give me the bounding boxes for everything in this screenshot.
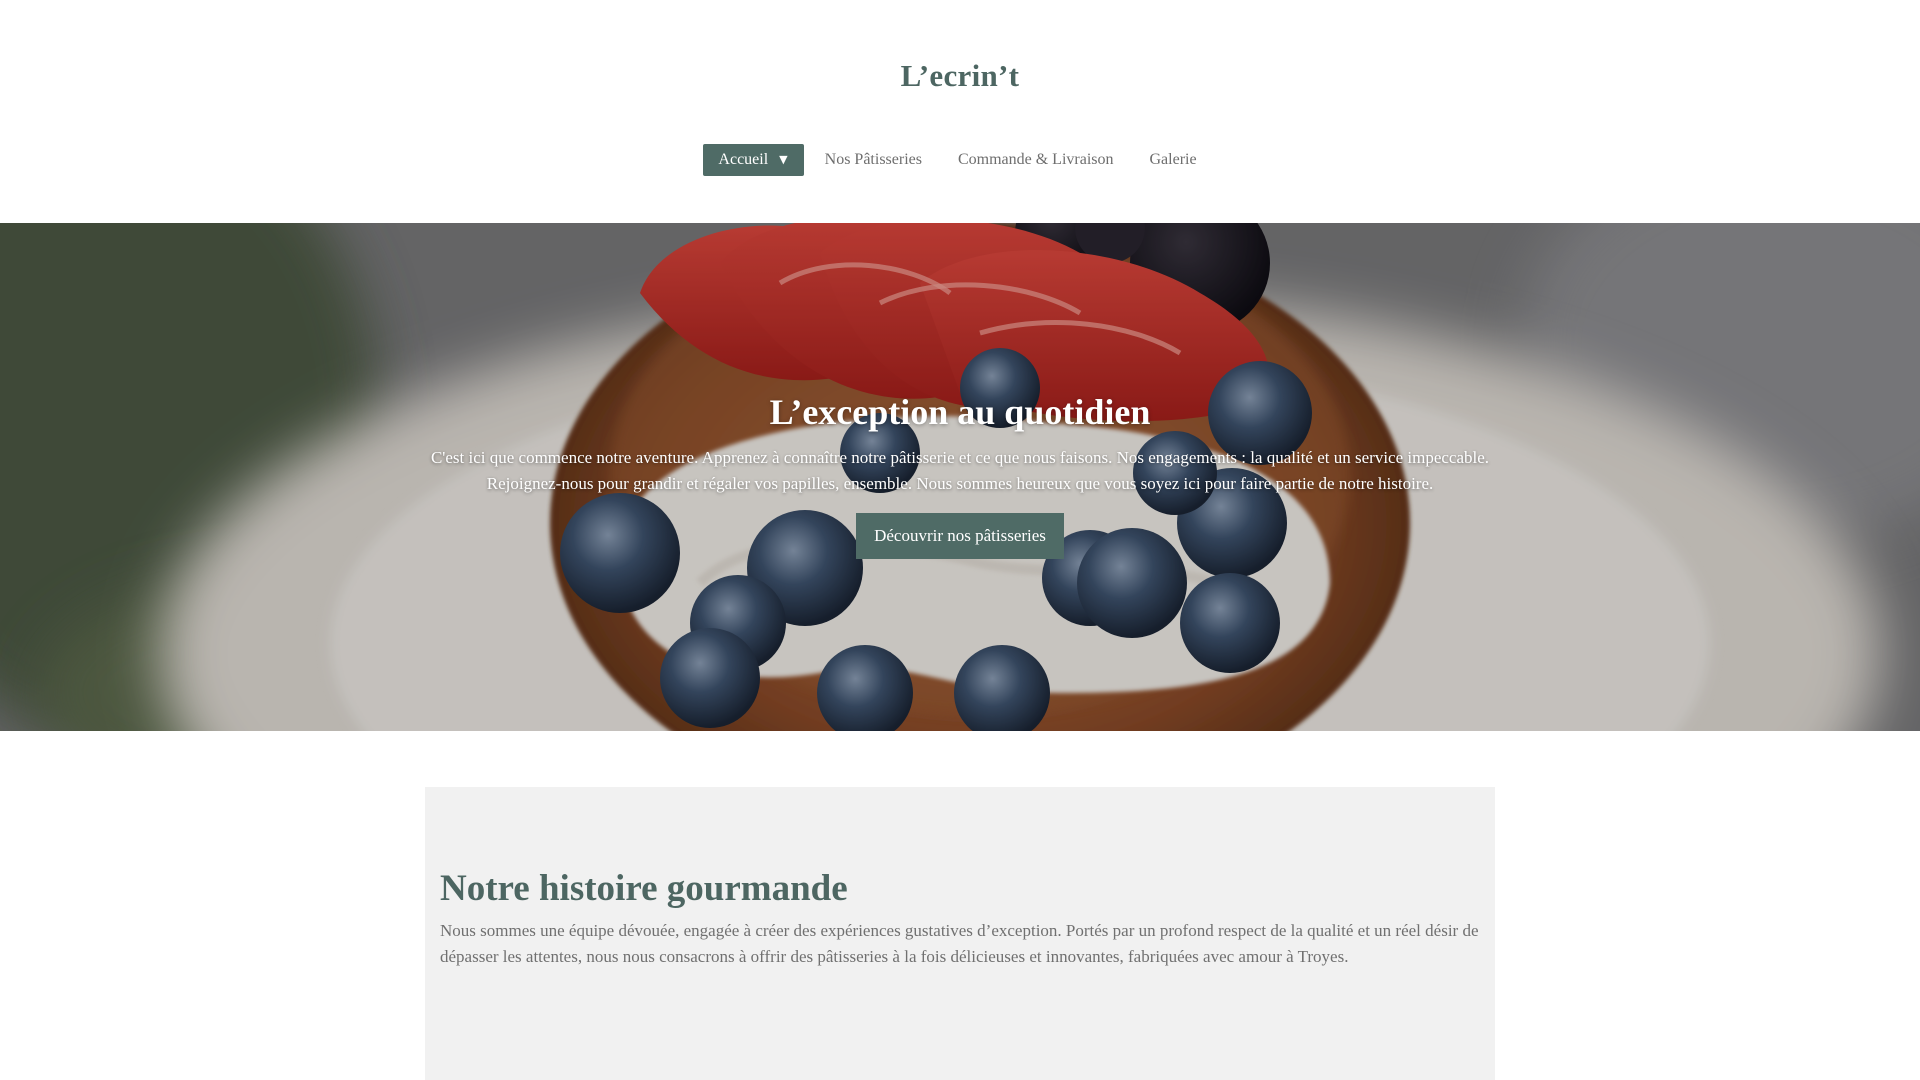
nav-item-accueil[interactable]: Accueil ▼ (703, 144, 804, 176)
nav-item-galerie[interactable]: Galerie (1150, 144, 1197, 176)
hero-section: L’exception au quotidien C'est ici que c… (0, 223, 1920, 731)
story-section: Notre histoire gourmande Nous sommes une… (425, 787, 1495, 1080)
site-header: L’ecrin’t Accueil ▼ Nos Pâtisseries Comm… (0, 0, 1920, 223)
site-title[interactable]: L’ecrin’t (0, 58, 1920, 94)
nav-item-nos-patisseries[interactable]: Nos Pâtisseries (825, 144, 922, 176)
nav-item-label: Accueil (718, 151, 769, 168)
hero-text-line-2: Rejoignez-nous pour grandir et régaler v… (486, 474, 1434, 493)
caret-down-icon: ▼ (779, 153, 788, 166)
main-nav: Accueil ▼ Nos Pâtisseries Commande & Liv… (0, 144, 1920, 176)
story-text: Nous sommes une équipe dévouée, engagée … (440, 921, 1479, 966)
hero-content: L’exception au quotidien C'est ici que c… (0, 391, 1920, 559)
hero-text-line-1: C'est ici que commence notre aventure. A… (430, 448, 1490, 467)
hero-text: C'est ici que commence notre aventure. A… (420, 445, 1500, 497)
story-title: Notre histoire gourmande (440, 868, 848, 909)
hero-title: L’exception au quotidien (769, 392, 1151, 432)
discover-pastries-button[interactable]: Découvrir nos pâtisseries (856, 513, 1064, 559)
nav-item-commande-livraison[interactable]: Commande & Livraison (958, 144, 1114, 176)
